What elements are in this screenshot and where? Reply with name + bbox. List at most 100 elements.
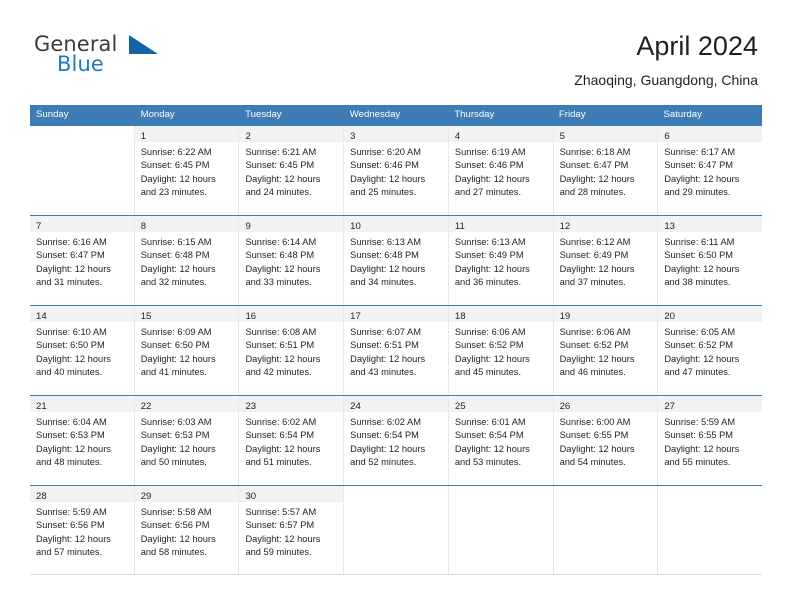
- calendar-day-cell[interactable]: 26 Sunrise: 6:00 AM Sunset: 6:55 PM Dayligh…: [553, 396, 659, 485]
- calendar-day-cell[interactable]: 3 Sunrise: 6:20 AM Sunset: 6:46 PM Daylight…: [344, 126, 449, 215]
- sunrise-text: Sunrise: 6:07 AM: [350, 327, 421, 337]
- day-number: 3: [350, 131, 356, 142]
- calendar-day-cell[interactable]: 13 Sunrise: 6:11 AM Sunset: 6:50 PM Dayligh…: [658, 216, 763, 305]
- day-number: 24: [350, 401, 361, 412]
- sunrise-text: Sunrise: 6:15 AM: [140, 237, 212, 247]
- daylight-text: Daylight: 12 hours and 50 minutes.: [140, 443, 216, 468]
- day-details: Sunrise: 6:20 AM Sunset: 6:46 PM Daylight:…: [344, 142, 448, 200]
- day-details: Sunrise: 6:12 AM Sunset: 6:49 PM Daylight:…: [554, 232, 658, 290]
- sunrise-text: Sunrise: 6:02 AM: [350, 417, 421, 427]
- day-number-band: 21: [30, 396, 134, 412]
- day-details: Sunrise: 6:14 AM Sunset: 6:48 PM Daylight:…: [239, 232, 343, 290]
- sunset-text: Sunset: 6:50 PM: [664, 250, 734, 261]
- calendar-day-cell[interactable]: 17 Sunrise: 6:07 AM Sunset: 6:51 PM Dayligh…: [344, 306, 449, 395]
- day-number: 5: [559, 131, 565, 142]
- day-number: 7: [36, 221, 42, 232]
- calendar-day-cell[interactable]: 16 Sunrise: 6:08 AM Sunset: 6:51 PM Dayligh…: [239, 306, 345, 395]
- day-number-band: 6: [658, 126, 763, 142]
- calendar-day-cell[interactable]: 24 Sunrise: 6:02 AM Sunset: 6:54 PM Dayligh…: [344, 396, 449, 485]
- day-number: 19: [559, 311, 571, 322]
- day-number-band: [448, 486, 553, 502]
- day-details: Sunrise: 6:00 AM Sunset: 6:55 PM Daylight:…: [554, 412, 658, 470]
- calendar-day-cell[interactable]: 25 Sunrise: 6:01 AM Sunset: 6:54 PM Dayligh…: [448, 396, 554, 485]
- calendar-day-cell[interactable]: 2 Sunrise: 6:21 AM Sunset: 6:45 PM Daylight…: [239, 126, 345, 215]
- sunset-text: Sunset: 6:48 PM: [350, 250, 419, 261]
- calendar-week-row: 14 Sunrise: 6:10 AM Sunset: 6:50 PM Dayligh…: [30, 305, 763, 395]
- sunset-text: Sunset: 6:46 PM: [350, 160, 419, 171]
- daylight-text: Daylight: 12 hours and 37 minutes.: [559, 263, 635, 288]
- sunset-text: Sunset: 6:45 PM: [245, 160, 315, 171]
- calendar-week-row: 7 Sunrise: 6:16 AM Sunset: 6:47 PM Daylight…: [30, 215, 763, 305]
- sunset-text: Sunset: 6:47 PM: [36, 250, 105, 261]
- daylight-text: Daylight: 12 hours and 28 minutes.: [559, 173, 635, 198]
- day-number-band: 11: [448, 216, 553, 232]
- title-block: April 2024 Zhaoqing, Guangdong, China: [574, 29, 758, 91]
- daylight-text: Daylight: 12 hours and 32 minutes.: [140, 263, 216, 288]
- day-details: Sunrise: 6:05 AM Sunset: 6:52 PM Daylight:…: [658, 322, 762, 380]
- day-number: 25: [454, 401, 466, 412]
- sunset-text: Sunset: 6:49 PM: [559, 250, 629, 261]
- sunrise-text: Sunrise: 6:21 AM: [245, 147, 317, 157]
- page-title: April 2024: [636, 31, 758, 61]
- calendar-day-cell[interactable]: 5 Sunrise: 6:18 AM Sunset: 6:47 PM Daylight…: [553, 126, 659, 215]
- calendar-day-cell[interactable]: 12 Sunrise: 6:12 AM Sunset: 6:49 PM Dayligh…: [553, 216, 659, 305]
- sunrise-text: Sunrise: 6:10 AM: [36, 327, 107, 337]
- sunrise-text: Sunrise: 6:19 AM: [454, 147, 526, 157]
- day-number: 6: [664, 131, 670, 142]
- calendar-day-cell[interactable]: 4 Sunrise: 6:19 AM Sunset: 6:46 PM Daylight…: [448, 126, 554, 215]
- calendar-day-cell[interactable]: 18 Sunrise: 6:06 AM Sunset: 6:52 PM Dayligh…: [448, 306, 554, 395]
- day-number: 9: [245, 221, 251, 232]
- day-number-band: 20: [658, 306, 763, 322]
- calendar-page: General Blue April 2024 Zhaoqing, Guangd…: [0, 0, 792, 612]
- day-details: Sunrise: 6:21 AM Sunset: 6:45 PM Daylight:…: [239, 142, 343, 200]
- sunset-text: Sunset: 6:48 PM: [140, 250, 210, 261]
- sunrise-text: Sunrise: 6:11 AM: [664, 237, 735, 247]
- calendar-day-cell[interactable]: 10 Sunrise: 6:13 AM Sunset: 6:48 PM Dayligh…: [344, 216, 449, 305]
- calendar-week-row: 21 Sunrise: 6:04 AM Sunset: 6:53 PM Dayligh…: [30, 395, 763, 485]
- sunrise-text: Sunrise: 6:20 AM: [350, 147, 421, 157]
- day-number-band: 4: [448, 126, 553, 142]
- calendar-day-cell[interactable]: 30 Sunrise: 5:57 AM Sunset: 6:57 PM Dayligh…: [239, 486, 345, 574]
- calendar-day-cell[interactable]: 27 Sunrise: 5:59 AM Sunset: 6:55 PM Dayligh…: [658, 396, 763, 485]
- day-details: Sunrise: 5:59 AM Sunset: 6:56 PM Daylight:…: [30, 502, 134, 560]
- calendar-day-cell[interactable]: 19 Sunrise: 6:06 AM Sunset: 6:52 PM Dayligh…: [553, 306, 659, 395]
- day-number: 22: [140, 401, 152, 412]
- calendar-day-cell[interactable]: 7 Sunrise: 6:16 AM Sunset: 6:47 PM Daylight…: [30, 216, 135, 305]
- day-number-band: [658, 486, 763, 502]
- day-number: 11: [454, 221, 465, 232]
- calendar-day-cell-empty: [448, 486, 554, 574]
- day-details: Sunrise: 5:58 AM Sunset: 6:56 PM Daylight:…: [135, 502, 239, 560]
- day-details: Sunrise: 6:19 AM Sunset: 6:46 PM Daylight:…: [449, 142, 553, 200]
- calendar-day-cell[interactable]: 8 Sunrise: 6:15 AM Sunset: 6:48 PM Daylight…: [134, 216, 240, 305]
- calendar-day-cell[interactable]: 22 Sunrise: 6:03 AM Sunset: 6:53 PM Dayligh…: [134, 396, 240, 485]
- day-number: 26: [559, 401, 571, 412]
- calendar-day-cell[interactable]: 15 Sunrise: 6:09 AM Sunset: 6:50 PM Dayligh…: [134, 306, 240, 395]
- calendar-day-cell[interactable]: 23 Sunrise: 6:02 AM Sunset: 6:54 PM Dayligh…: [239, 396, 345, 485]
- daylight-text: Daylight: 12 hours and 34 minutes.: [350, 263, 426, 288]
- calendar-day-cell[interactable]: 28 Sunrise: 5:59 AM Sunset: 6:56 PM Dayligh…: [30, 486, 135, 574]
- calendar-day-cell[interactable]: 14 Sunrise: 6:10 AM Sunset: 6:50 PM Dayligh…: [30, 306, 135, 395]
- calendar-day-cell[interactable]: 9 Sunrise: 6:14 AM Sunset: 6:48 PM Daylight…: [239, 216, 345, 305]
- sunset-text: Sunset: 6:54 PM: [350, 430, 419, 441]
- calendar-day-cell[interactable]: 1 Sunrise: 6:22 AM Sunset: 6:45 PM Daylight…: [134, 126, 240, 215]
- sunset-text: Sunset: 6:50 PM: [140, 340, 210, 351]
- calendar-day-cell[interactable]: 11 Sunrise: 6:13 AM Sunset: 6:49 PM Dayligh…: [448, 216, 554, 305]
- day-details: Sunrise: 6:07 AM Sunset: 6:51 PM Daylight:…: [344, 322, 448, 380]
- day-number-band: 27: [658, 396, 763, 412]
- day-number-band: 1: [134, 126, 239, 142]
- calendar-day-cell[interactable]: 20 Sunrise: 6:05 AM Sunset: 6:52 PM Dayligh…: [658, 306, 763, 395]
- calendar-day-cell[interactable]: 6 Sunrise: 6:17 AM Sunset: 6:47 PM Daylight…: [658, 126, 763, 215]
- day-number: 13: [664, 221, 675, 232]
- day-number-band: 22: [134, 396, 239, 412]
- weekday-header-saturday: Saturday: [663, 109, 702, 120]
- daylight-text: Daylight: 12 hours and 57 minutes.: [36, 533, 111, 558]
- day-number: 10: [350, 221, 361, 232]
- daylight-text: Daylight: 12 hours and 55 minutes.: [664, 443, 740, 468]
- sunrise-text: Sunrise: 6:04 AM: [36, 417, 107, 427]
- calendar-day-cell[interactable]: 21 Sunrise: 6:04 AM Sunset: 6:53 PM Dayligh…: [30, 396, 135, 485]
- sunset-text: Sunset: 6:47 PM: [559, 160, 629, 171]
- weekday-header-friday: Friday: [558, 109, 586, 120]
- daylight-text: Daylight: 12 hours and 24 minutes.: [245, 173, 321, 198]
- weekday-header-thursday: Thursday: [454, 109, 495, 120]
- calendar-day-cell[interactable]: 29 Sunrise: 5:58 AM Sunset: 6:56 PM Dayligh…: [134, 486, 240, 574]
